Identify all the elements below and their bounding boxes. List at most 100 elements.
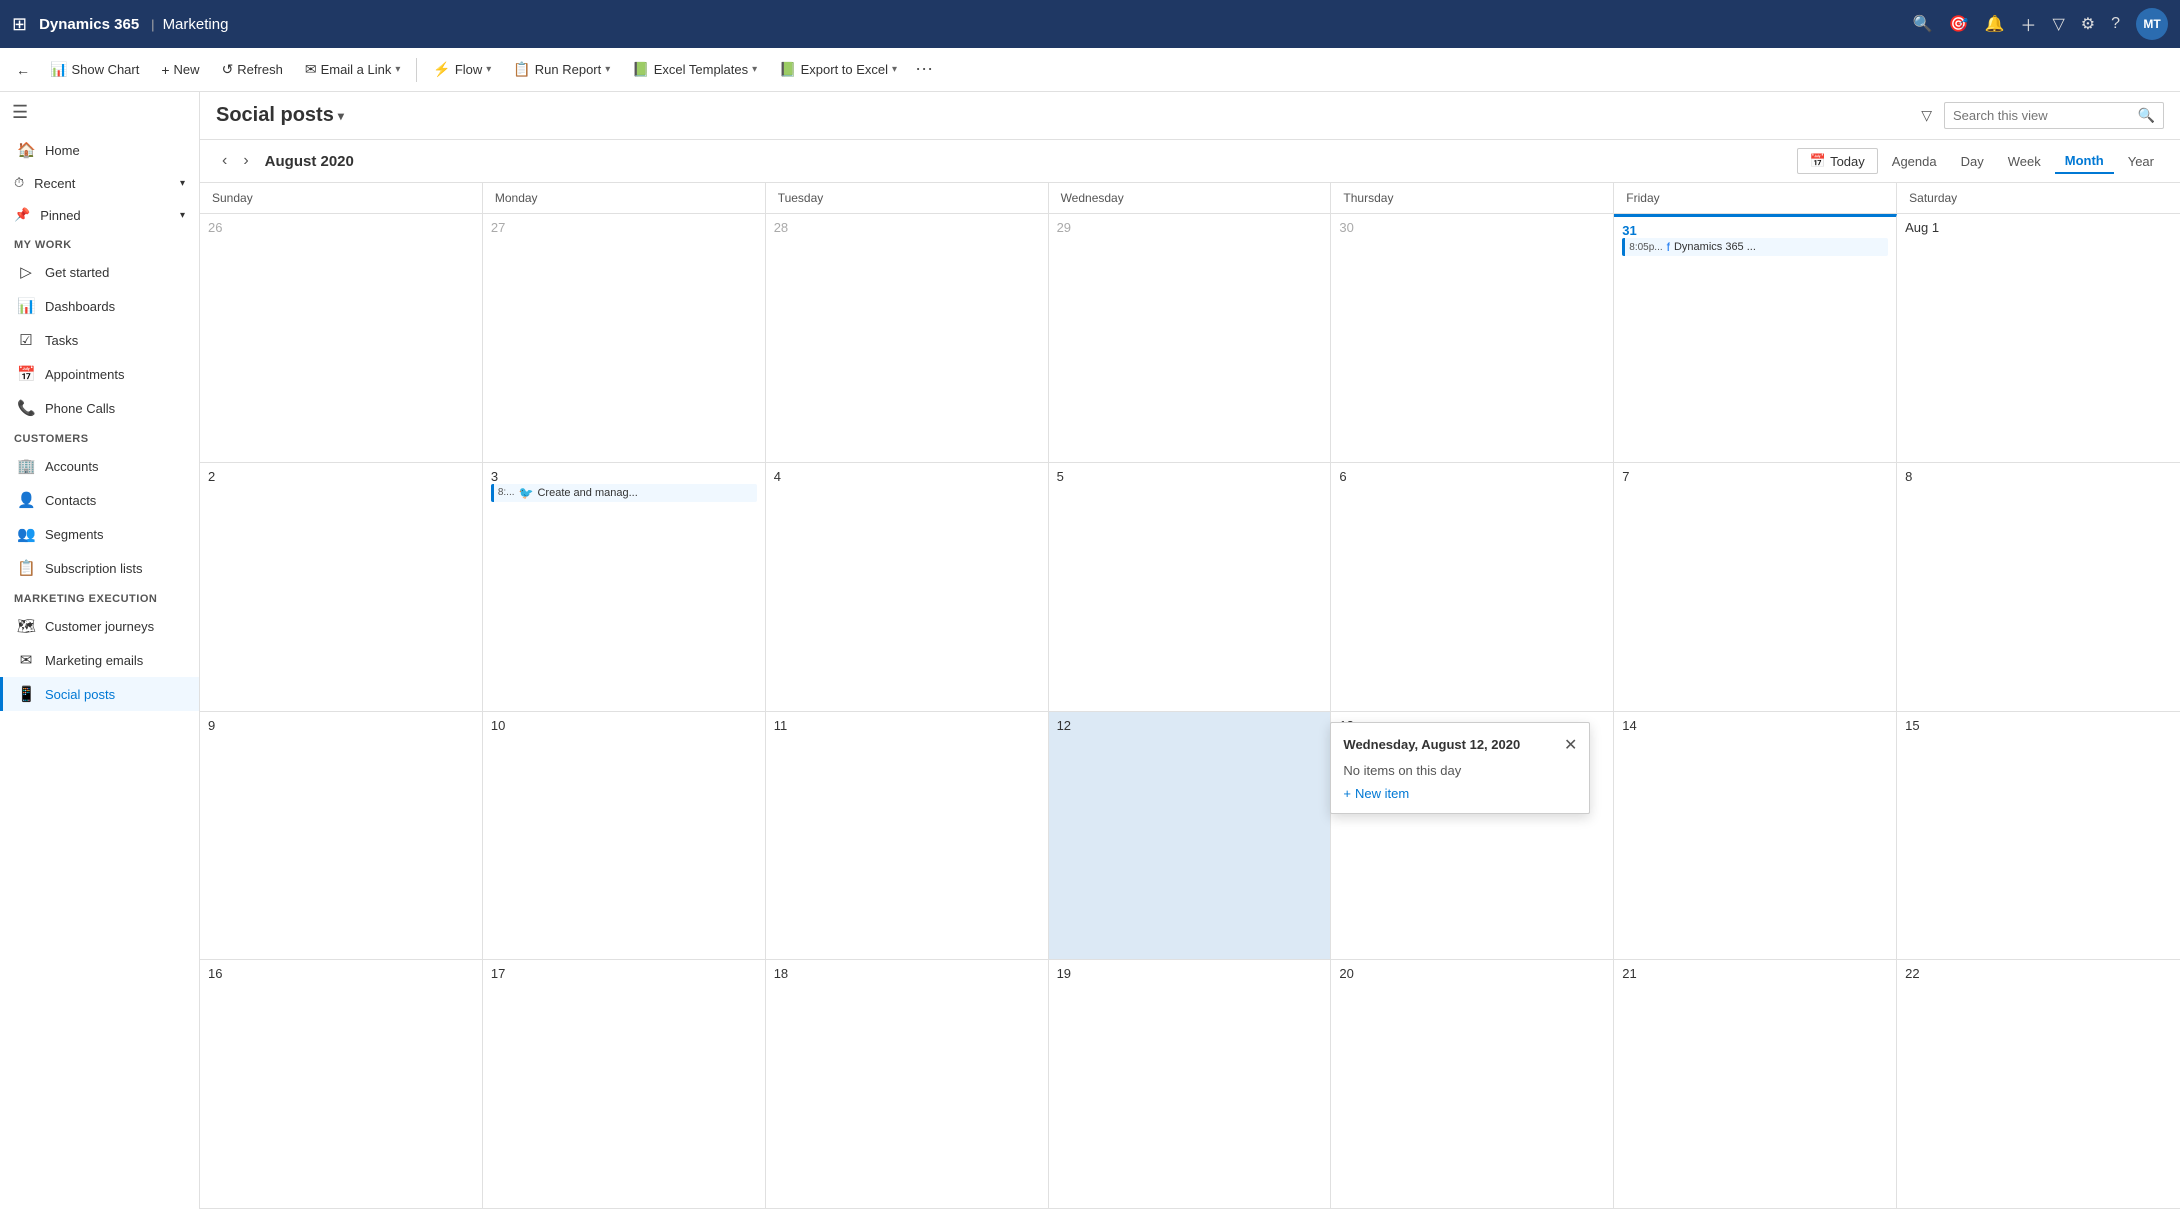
cal-cell-aug1[interactable]: Aug 1	[1897, 214, 2180, 463]
cal-week-row: 2 3 8:... 🐦 Create and manag... 4 5 6 7 …	[200, 463, 2180, 712]
sidebar-item-marketing-emails[interactable]: ✉ Marketing emails	[0, 643, 199, 677]
cal-date: 15	[1905, 718, 1919, 733]
cal-cell-2[interactable]: 2	[200, 463, 483, 712]
back-button[interactable]: ←	[8, 58, 38, 82]
marketing-emails-icon: ✉	[17, 651, 35, 669]
cal-cell-4[interactable]: 4	[766, 463, 1049, 712]
export-excel-button[interactable]: 📗 Export to Excel ▾	[769, 57, 907, 82]
cal-cell-22[interactable]: 22	[1897, 960, 2180, 1209]
email-link-button[interactable]: ✉ Email a Link ▾	[295, 57, 411, 82]
cal-cell-26[interactable]: 26	[200, 214, 483, 463]
cal-cell-20[interactable]: 20	[1331, 960, 1614, 1209]
flow-button[interactable]: ⚡ Flow ▾	[423, 57, 501, 82]
cal-cell-17[interactable]: 17	[483, 960, 766, 1209]
cal-event[interactable]: 8:... 🐦 Create and manag...	[491, 484, 757, 502]
target-icon[interactable]: 🎯	[1949, 14, 1969, 34]
sidebar-item-tasks[interactable]: ☑ Tasks	[0, 323, 199, 357]
cal-prev-button[interactable]: ‹	[216, 150, 233, 172]
view-filter-icon[interactable]: ▽	[1917, 103, 1936, 128]
sidebar-item-pinned[interactable]: 📌 Pinned ▾	[0, 199, 199, 231]
cal-event[interactable]: 8:05p... f Dynamics 365 ...	[1622, 238, 1888, 256]
sidebar-item-appointments[interactable]: 📅 Appointments	[0, 357, 199, 391]
sidebar-item-accounts[interactable]: 🏢 Accounts	[0, 449, 199, 483]
sidebar-item-segments[interactable]: 👥 Segments	[0, 517, 199, 551]
search-box: 🔍	[1944, 102, 2164, 129]
new-button[interactable]: + New	[151, 58, 209, 82]
email-link-chevron[interactable]: ▾	[395, 64, 400, 75]
sidebar-toggle[interactable]: ☰	[0, 92, 199, 133]
cal-next-button[interactable]: ›	[237, 150, 254, 172]
cal-view-agenda[interactable]: Agenda	[1882, 150, 1947, 173]
sidebar-item-dashboards[interactable]: 📊 Dashboards	[0, 289, 199, 323]
sidebar-item-contacts[interactable]: 👤 Contacts	[0, 483, 199, 517]
cal-cell-5[interactable]: 5	[1049, 463, 1332, 712]
cal-week-row: 26 27 28 29 30 31 8:05p... f Dynamics 36…	[200, 214, 2180, 463]
search-input[interactable]	[1953, 108, 2132, 123]
day-popup-close-button[interactable]: ✕	[1564, 735, 1577, 755]
add-icon[interactable]: ＋	[2020, 12, 2036, 36]
settings-icon[interactable]: ⚙	[2081, 14, 2095, 34]
cal-cell-15[interactable]: 15	[1897, 712, 2180, 961]
sidebar-item-customer-journeys[interactable]: 🗺 Customer journeys	[0, 609, 199, 643]
search-icon[interactable]: 🔍	[1913, 14, 1933, 34]
cal-view-day[interactable]: Day	[1951, 150, 1994, 173]
cal-date: 27	[491, 220, 505, 235]
apps-icon[interactable]: ⊞	[12, 14, 27, 35]
event-text: Create and manag...	[537, 487, 637, 499]
show-chart-button[interactable]: 📊 Show Chart	[40, 57, 149, 82]
cal-cell-12[interactable]: 12 Wednesday, August 12, 2020 ✕ No items…	[1049, 712, 1332, 961]
excel-templates-button[interactable]: 📗 Excel Templates ▾	[622, 57, 767, 82]
help-icon[interactable]: ?	[2111, 15, 2120, 33]
cal-today-button[interactable]: 📅 Today	[1797, 148, 1878, 174]
cal-cell-31[interactable]: 31 8:05p... f Dynamics 365 ...	[1614, 214, 1897, 463]
cal-cell-7[interactable]: 7	[1614, 463, 1897, 712]
cal-cell-14[interactable]: 14	[1614, 712, 1897, 961]
cal-cell-29[interactable]: 29	[1049, 214, 1332, 463]
sidebar-item-subscription-lists[interactable]: 📋 Subscription lists	[0, 551, 199, 585]
cal-cell-18[interactable]: 18	[766, 960, 1049, 1209]
bell-icon[interactable]: 🔔	[1985, 14, 2005, 34]
cal-cell-8[interactable]: 8	[1897, 463, 2180, 712]
excel-templates-chevron[interactable]: ▾	[752, 64, 757, 75]
sidebar-item-recent[interactable]: ⏱ Recent ▾	[0, 167, 199, 199]
filter-icon[interactable]: ▽	[2052, 14, 2064, 34]
sidebar-item-label: Get started	[45, 265, 109, 280]
more-button[interactable]: ⋯	[909, 59, 939, 80]
cal-cell-3[interactable]: 3 8:... 🐦 Create and manag...	[483, 463, 766, 712]
cal-date: 10	[491, 718, 505, 733]
cal-cell-10[interactable]: 10	[483, 712, 766, 961]
cal-view-week[interactable]: Week	[1998, 150, 2051, 173]
flow-chevron[interactable]: ▾	[486, 64, 491, 75]
sidebar-item-social-posts[interactable]: 📱 Social posts	[0, 677, 199, 711]
new-item-icon: +	[1343, 786, 1351, 801]
marketing-execution-section: Marketing execution	[0, 585, 199, 609]
run-report-button[interactable]: 📋 Run Report ▾	[503, 57, 620, 82]
cal-cell-21[interactable]: 21	[1614, 960, 1897, 1209]
view-title[interactable]: Social posts ▾	[216, 104, 344, 127]
cal-view-month[interactable]: Month	[2055, 149, 2114, 174]
accounts-icon: 🏢	[17, 457, 35, 475]
cal-cell-16[interactable]: 16	[200, 960, 483, 1209]
cal-cell-28[interactable]: 28	[766, 214, 1049, 463]
cal-cell-27[interactable]: 27	[483, 214, 766, 463]
cal-date: 29	[1057, 220, 1071, 235]
cal-header-saturday: Saturday	[1897, 183, 2180, 213]
cal-cell-11[interactable]: 11	[766, 712, 1049, 961]
sidebar-item-home[interactable]: 🏠 Home	[0, 133, 199, 167]
cal-cell-30[interactable]: 30	[1331, 214, 1614, 463]
export-excel-chevron[interactable]: ▾	[892, 64, 897, 75]
cal-cell-6[interactable]: 6	[1331, 463, 1614, 712]
user-avatar[interactable]: MT	[2136, 8, 2168, 40]
cal-cell-9[interactable]: 9	[200, 712, 483, 961]
topbar-right: 🔍 🎯 🔔 ＋ ▽ ⚙ ? MT	[1913, 8, 2168, 40]
cal-rows: 26 27 28 29 30 31 8:05p... f Dynamics 36…	[200, 214, 2180, 1209]
sidebar-item-get-started[interactable]: ▷ Get started	[0, 255, 199, 289]
cal-cell-19[interactable]: 19	[1049, 960, 1332, 1209]
run-report-chevron[interactable]: ▾	[605, 64, 610, 75]
refresh-button[interactable]: ↺ Refresh	[212, 57, 293, 82]
sidebar-item-label: Dashboards	[45, 299, 115, 314]
sidebar-item-phone-calls[interactable]: 📞 Phone Calls	[0, 391, 199, 425]
cal-view-year[interactable]: Year	[2118, 150, 2164, 173]
day-popup-new-item[interactable]: + New item	[1343, 786, 1577, 801]
cal-date: 5	[1057, 469, 1064, 484]
